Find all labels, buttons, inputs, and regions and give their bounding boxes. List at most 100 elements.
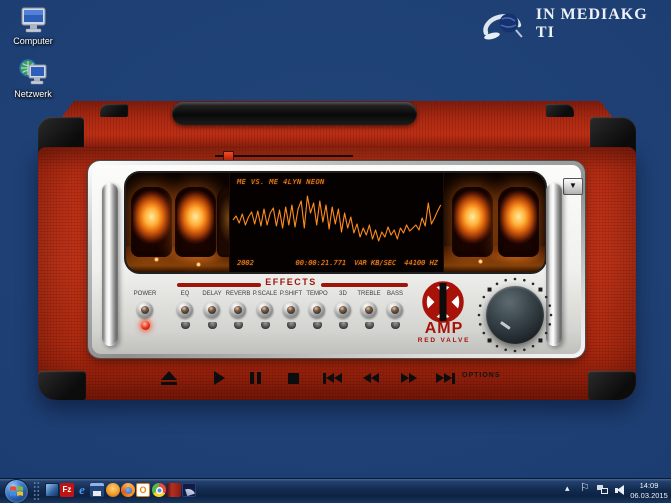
options-button[interactable]: OPTIONS: [462, 372, 501, 379]
pause-button[interactable]: [241, 369, 269, 387]
play-icon: [214, 371, 225, 385]
eq-knob[interactable]: [177, 302, 193, 318]
vacuum-tube-icon: [131, 187, 172, 257]
knob-label: POWER: [130, 291, 160, 299]
knob-power[interactable]: POWER: [130, 291, 160, 330]
3d-toggle[interactable]: [339, 322, 348, 329]
network-icon: [18, 59, 48, 87]
clock-time: 14:09: [628, 481, 670, 491]
taskbar-icon-floppy-tool[interactable]: [90, 483, 104, 497]
knob-label: BASS: [380, 291, 410, 299]
glow-spot: [154, 257, 159, 262]
volume-tray-button[interactable]: [615, 485, 627, 495]
treble-toggle[interactable]: [365, 322, 374, 329]
track-info-row: 2002 00:00:21.771 VAR KB/SEC 44100 HZ: [237, 259, 438, 267]
desktop-icon-computer[interactable]: Computer: [9, 6, 57, 46]
taskbar-icon-internet-explorer[interactable]: e: [75, 483, 89, 497]
delay-toggle[interactable]: [208, 322, 217, 329]
pshift-toggle[interactable]: [287, 322, 296, 329]
eject-icon: [161, 371, 177, 385]
desktop-icon-netzwerk[interactable]: Netzwerk: [9, 59, 57, 99]
taskbar-icon-firefox[interactable]: [121, 483, 135, 497]
treble-knob[interactable]: [361, 302, 377, 318]
pshift-knob[interactable]: [283, 302, 299, 318]
lcd-screen[interactable]: ME VS. ME 4LYN NEON 2002 00:00:21.771 VA…: [229, 173, 444, 272]
reverb-knob[interactable]: [230, 302, 246, 318]
pscale-toggle[interactable]: [261, 322, 270, 329]
volume-knob[interactable]: [486, 286, 544, 344]
effects-heading: EFFECTS: [261, 277, 321, 287]
eq-toggle[interactable]: [181, 322, 190, 329]
taskbar-grip: [33, 481, 40, 501]
track-samplerate: 44100 HZ: [404, 259, 438, 267]
brand-text: IN MEDIAKG TI: [536, 6, 671, 42]
pause-icon: [257, 372, 261, 384]
knob-eq[interactable]: EQ: [170, 291, 200, 329]
glow-spot: [196, 262, 201, 267]
chevron-up-icon: ▴: [565, 483, 570, 493]
previous-button[interactable]: [316, 369, 348, 387]
next-icon: [444, 373, 452, 383]
pscale-knob[interactable]: [257, 302, 273, 318]
amp-x-logo-icon: [421, 280, 465, 324]
rewind-icon: [363, 373, 371, 383]
seek-slider-track[interactable]: [215, 155, 353, 157]
rack-handle-left: [102, 183, 118, 346]
rewind-icon: [371, 373, 379, 383]
amp-logo-text: AMP: [414, 320, 474, 338]
power-knob[interactable]: [137, 302, 153, 318]
taskbar-icon-show-desktop[interactable]: [45, 483, 59, 497]
delay-knob[interactable]: [204, 302, 220, 318]
bass-knob[interactable]: [387, 302, 403, 318]
fast-forward-button[interactable]: [395, 369, 423, 387]
display-dropdown-button[interactable]: ▼: [563, 178, 583, 195]
effects-rule-right: [321, 283, 408, 287]
vacuum-tube-icon: [452, 187, 493, 257]
fast-forward-icon: [409, 373, 417, 383]
start-button[interactable]: [4, 479, 29, 503]
next-button[interactable]: [429, 369, 461, 387]
waveform: [230, 189, 443, 249]
taskbar-clock[interactable]: 14:09 06.03.2015: [628, 481, 670, 501]
stop-icon: [288, 373, 299, 384]
action-center-button[interactable]: ⚐: [580, 481, 590, 494]
3d-knob[interactable]: [335, 302, 351, 318]
satellite-swoosh-icon: [478, 6, 528, 42]
reverb-toggle[interactable]: [234, 322, 243, 329]
rewind-button[interactable]: [357, 369, 385, 387]
o-letter: O: [139, 485, 146, 495]
amp-corner-cap: [38, 371, 86, 400]
knob-bass[interactable]: BASS: [380, 291, 410, 329]
taskbar-icon-o-app[interactable]: O: [136, 483, 150, 497]
valve-tubes-right: [444, 173, 545, 272]
desktop-icon-label: Netzwerk: [9, 89, 57, 99]
play-button[interactable]: [205, 369, 233, 387]
ie-letter: e: [79, 482, 85, 497]
tempo-toggle[interactable]: [313, 322, 322, 329]
clock-date: 06.03.2015: [628, 491, 670, 501]
amp-logo-subtext: RED VALVE: [414, 337, 474, 344]
taskbar-icon-media-face[interactable]: [106, 483, 120, 497]
vacuum-tube-icon: [498, 187, 539, 257]
volume-knob-assembly: [476, 276, 554, 354]
amp-corner-cap: [546, 104, 574, 117]
tray-expand-button[interactable]: ▴: [565, 483, 570, 494]
track-year: 2002: [237, 259, 254, 267]
valve-tubes-left: [126, 173, 229, 272]
taskbar-icon-chrome[interactable]: [152, 483, 166, 497]
amp-carry-handle[interactable]: [172, 102, 417, 125]
taskbar-icon-mediakg-player[interactable]: [182, 483, 196, 497]
previous-icon: [326, 373, 334, 383]
tempo-knob[interactable]: [309, 302, 325, 318]
bass-toggle[interactable]: [391, 322, 400, 329]
knob-reverb[interactable]: REVERB: [223, 291, 253, 329]
eject-button[interactable]: [155, 369, 183, 387]
network-tray-button[interactable]: [597, 485, 608, 494]
next-icon: [452, 373, 455, 384]
stop-button[interactable]: [279, 369, 307, 387]
flag-icon: ⚐: [580, 482, 590, 494]
fast-forward-icon: [401, 373, 409, 383]
taskbar-icon-filezilla[interactable]: Fz: [60, 483, 74, 497]
effects-rule-left: [177, 283, 261, 287]
taskbar-icon-red-book[interactable]: [167, 483, 181, 497]
